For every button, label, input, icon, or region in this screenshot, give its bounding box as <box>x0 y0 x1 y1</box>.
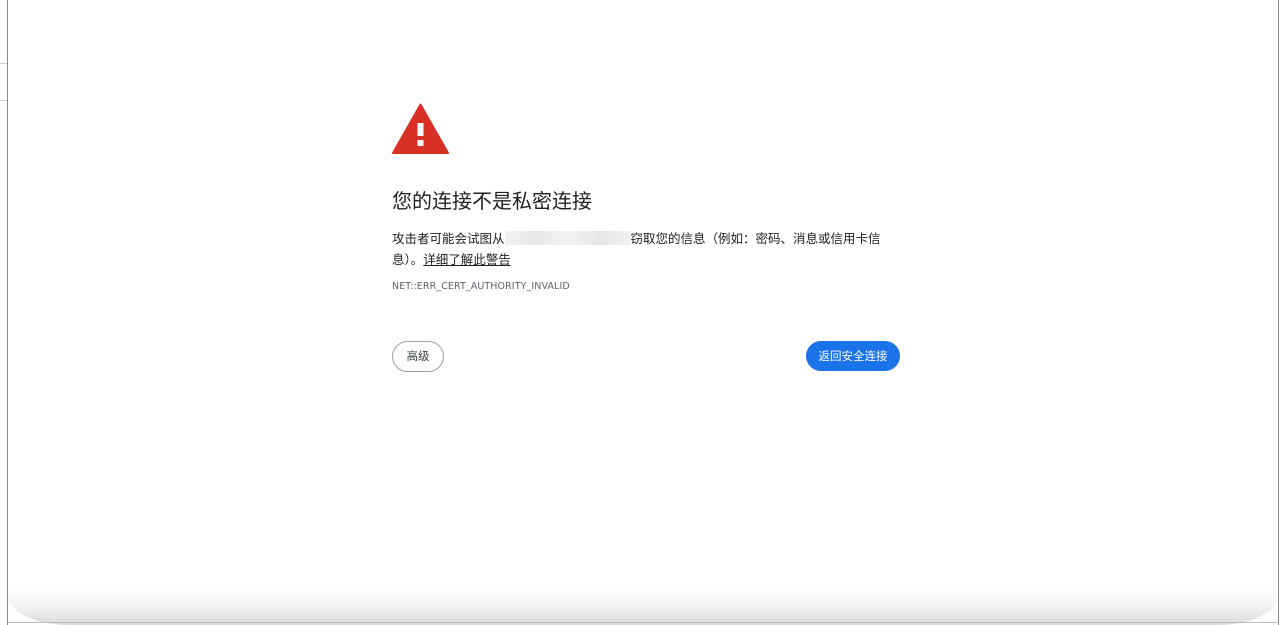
back-to-safety-button[interactable]: 返回安全连接 <box>806 341 900 371</box>
window-left-edge <box>7 0 8 625</box>
redacted-hostname <box>504 231 631 245</box>
browser-window: 您的连接不是私密连接 攻击者可能会试图从 窃取您的信息（例如：密码、消息或信用卡信… <box>0 0 1286 625</box>
window-right-edge <box>1278 0 1279 625</box>
window-bottom-edge <box>8 622 1278 623</box>
warning-triangle-icon <box>392 103 449 154</box>
advanced-button[interactable]: 高级 <box>392 341 444 372</box>
left-edge-tick <box>0 100 7 101</box>
warning-message: 攻击者可能会试图从 窃取您的信息（例如：密码、消息或信用卡信息）。详细了解此警告 <box>392 228 900 270</box>
message-prefix: 攻击者可能会试图从 <box>392 231 505 246</box>
page-title: 您的连接不是私密连接 <box>392 189 592 213</box>
error-code: NET::ERR_CERT_AUTHORITY_INVALID <box>392 281 570 292</box>
learn-more-link[interactable]: 详细了解此警告 <box>423 252 511 267</box>
window-bottom-shadow <box>8 587 1278 625</box>
left-edge-tick <box>0 63 7 64</box>
